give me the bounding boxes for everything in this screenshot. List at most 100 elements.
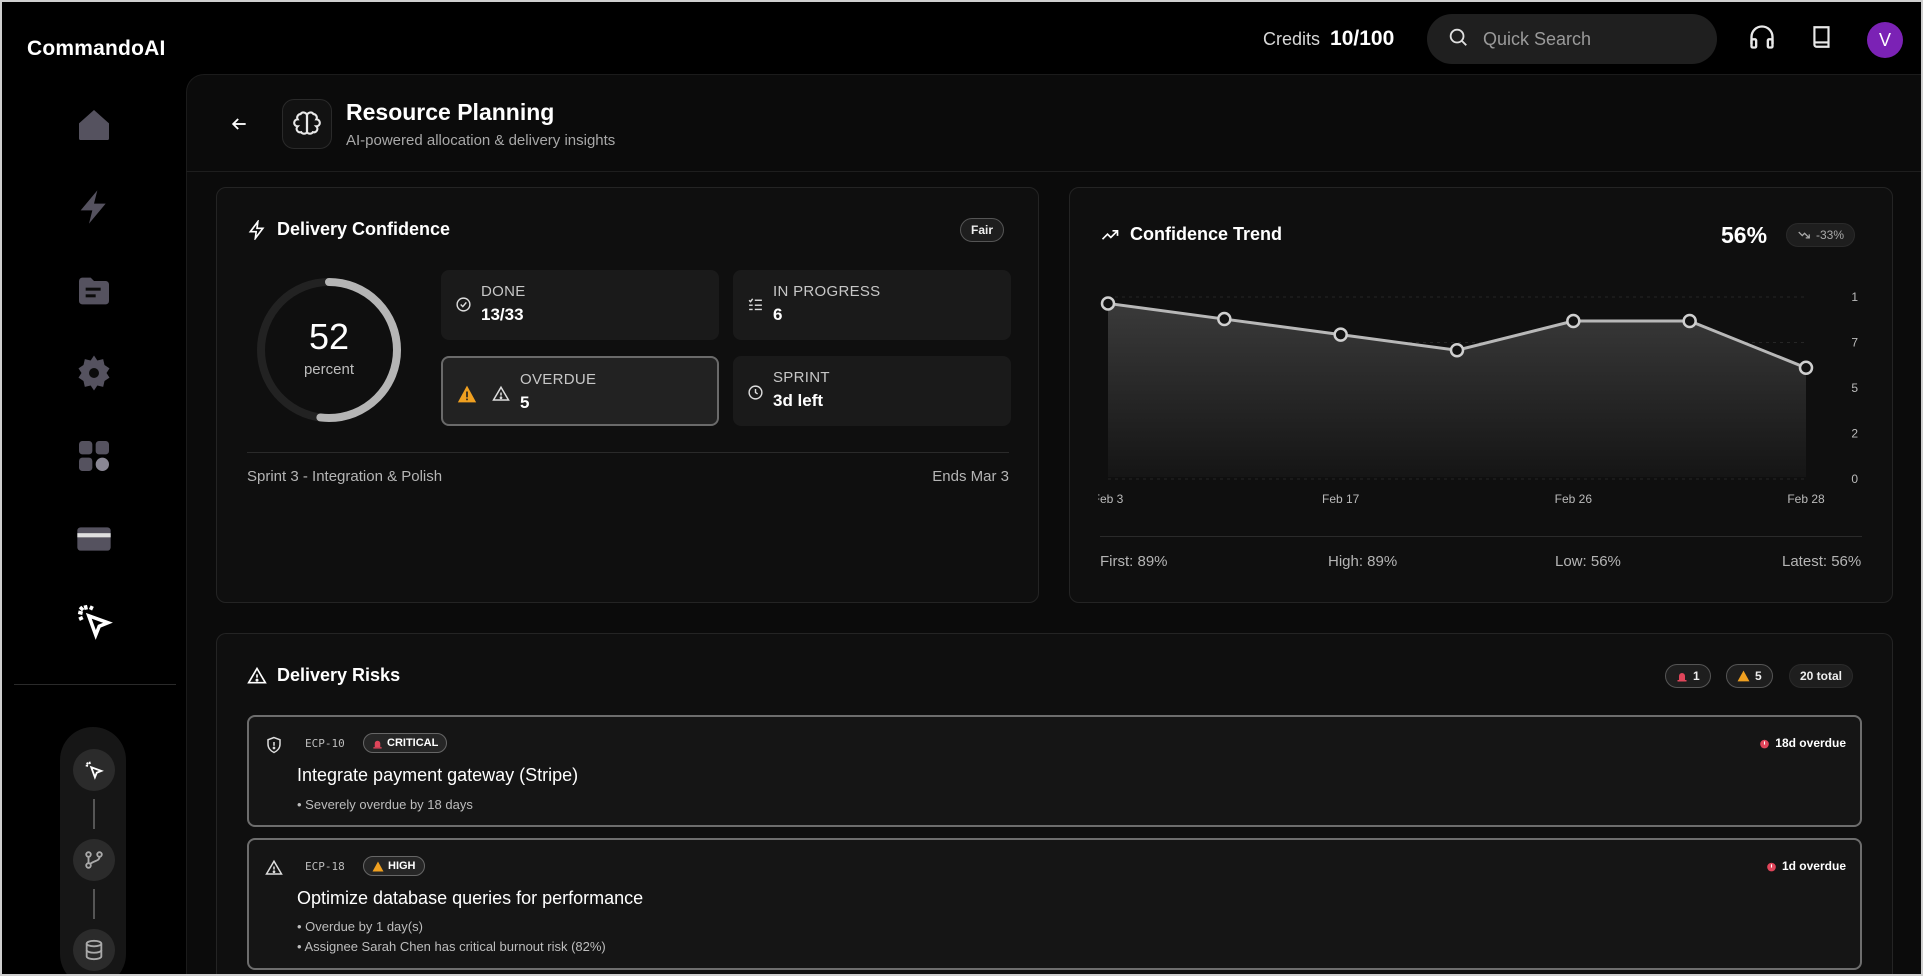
warning-filled-icon (1737, 670, 1750, 682)
trend-latest: Latest: 56% (1782, 553, 1862, 570)
page-subtitle: AI-powered allocation & delivery insight… (346, 132, 616, 149)
x-tick-label: Feb 26 (1555, 492, 1593, 506)
sidebar-item-settings[interactable] (70, 349, 118, 397)
warning-icon (247, 666, 267, 683)
headset-icon[interactable] (1745, 20, 1779, 54)
critical-count-badge: 1 (1665, 664, 1711, 688)
rail-connector (93, 889, 95, 919)
y-tick-label: 5 (1851, 381, 1858, 395)
siren-icon (373, 740, 382, 749)
trend-point (1682, 313, 1697, 329)
arrow-left-icon (231, 118, 246, 130)
check-circle-icon (453, 294, 473, 314)
back-button[interactable] (225, 110, 253, 138)
brand-logo[interactable]: CommandoAI (27, 37, 166, 61)
apps-icon (79, 441, 109, 471)
credits-indicator: Credits 10/100 (1263, 27, 1394, 51)
stat-done: DONE 13/33 (441, 270, 719, 340)
warning-icon (491, 384, 511, 404)
brain-icon (293, 111, 321, 135)
sidebar-item-home[interactable] (70, 101, 118, 149)
page-title: Resource Planning (346, 99, 555, 125)
divider (1100, 536, 1862, 537)
git-branch-icon (85, 851, 103, 869)
rail-connector (93, 799, 95, 829)
sidebar-item-billing[interactable] (70, 515, 118, 563)
quick-search[interactable] (1427, 14, 1717, 64)
cursor-click-icon (77, 604, 113, 640)
sidebar-item-automations[interactable] (70, 183, 118, 231)
trend-high: High: 89% (1328, 553, 1398, 570)
total-risks-badge: 20 total (1789, 664, 1854, 688)
credits-value: 10/100 (1330, 27, 1395, 50)
sidebar-divider (14, 684, 176, 685)
sidebar-item-apps[interactable] (70, 432, 118, 480)
risk-note: • Assignee Sarah Chen has critical burno… (297, 939, 606, 954)
trend-point (1449, 343, 1465, 358)
overdue-indicator: 18d overdue (1758, 736, 1846, 750)
trend-change-badge: -33% (1786, 223, 1856, 247)
confidence-trend-chart: 1 7 5 2 0 Feb 3 Feb 17 Feb 26 Feb 28 (1098, 290, 1858, 506)
risk-title: Integrate payment gateway (Stripe) (297, 765, 579, 785)
severity-badge: HIGH (363, 856, 425, 876)
overdue-indicator: 1d overdue (1765, 859, 1846, 873)
trend-low: Low: 56% (1555, 553, 1621, 570)
trending-up-icon (1101, 229, 1119, 240)
sidebar-item-files[interactable] (70, 267, 118, 315)
search-icon (1447, 26, 1469, 53)
risk-item-ecp-18[interactable]: ECP-18 HIGH Optimize database queries fo… (247, 838, 1862, 970)
risk-id: ECP-18 (305, 860, 345, 873)
alarm-clock-icon (1767, 862, 1776, 871)
risk-note: • Severely overdue by 18 days (297, 797, 473, 812)
trend-point (1798, 360, 1814, 376)
delivery-risks-title: Delivery Risks (247, 665, 400, 686)
sidebar-item-resource-planning[interactable] (70, 597, 118, 645)
book-icon[interactable] (1805, 20, 1839, 54)
delivery-confidence-title: Delivery Confidence (247, 219, 450, 240)
x-tick-label: Feb 3 (1098, 492, 1124, 506)
cursor-click-icon (85, 761, 104, 780)
shield-alert-icon (263, 734, 285, 756)
rail-node-action[interactable] (73, 749, 115, 791)
header-divider (186, 171, 1923, 172)
page-icon (282, 99, 332, 149)
risk-note: • Overdue by 1 day(s) (297, 919, 423, 934)
severity-badge: CRITICAL (363, 733, 448, 753)
avatar[interactable]: V (1867, 22, 1903, 58)
warning-filled-icon (372, 861, 384, 871)
stat-overdue: OVERDUE 5 (441, 356, 719, 426)
risk-id: ECP-10 (305, 737, 345, 750)
search-input[interactable] (1483, 28, 1683, 50)
sprint-name: Sprint 3 - Integration & Polish (247, 468, 443, 485)
risk-title: Optimize database queries for performanc… (297, 888, 644, 908)
stat-sprint: SPRINT 3d left (733, 356, 1011, 426)
trend-point (1333, 327, 1348, 342)
y-tick-label: 1 (1851, 290, 1858, 304)
list-checks-icon (745, 294, 765, 314)
risk-item-ecp-10[interactable]: ECP-10 CRITICAL Integrate payment gatewa… (247, 715, 1862, 827)
high-count-badge: 5 (1726, 664, 1773, 688)
gear-icon (78, 355, 110, 391)
folder-icon (79, 277, 109, 305)
y-tick-label: 0 (1851, 472, 1858, 486)
trend-area (1108, 303, 1806, 477)
database-icon (85, 939, 103, 961)
x-tick-label: Feb 17 (1322, 492, 1360, 506)
warning-icon (263, 857, 285, 879)
stat-in-progress: IN PROGRESS 6 (733, 270, 1011, 340)
card-icon (77, 527, 111, 551)
alarm-clock-icon (1760, 739, 1770, 748)
home-icon (79, 110, 109, 140)
divider (247, 452, 1009, 453)
confidence-score: 52 (308, 316, 350, 357)
x-tick-label: Feb 28 (1787, 492, 1825, 506)
trend-current-value: 56% (1721, 222, 1768, 248)
lightning-icon (80, 190, 106, 224)
rail-node-branch[interactable] (73, 839, 115, 881)
lightning-icon (248, 219, 265, 240)
siren-icon (1677, 673, 1687, 682)
sprint-end-date: Ends Mar 3 (932, 468, 1009, 485)
confidence-score-unit: percent (303, 361, 355, 378)
rail-node-database[interactable] (73, 929, 115, 971)
trend-point (1566, 313, 1581, 329)
